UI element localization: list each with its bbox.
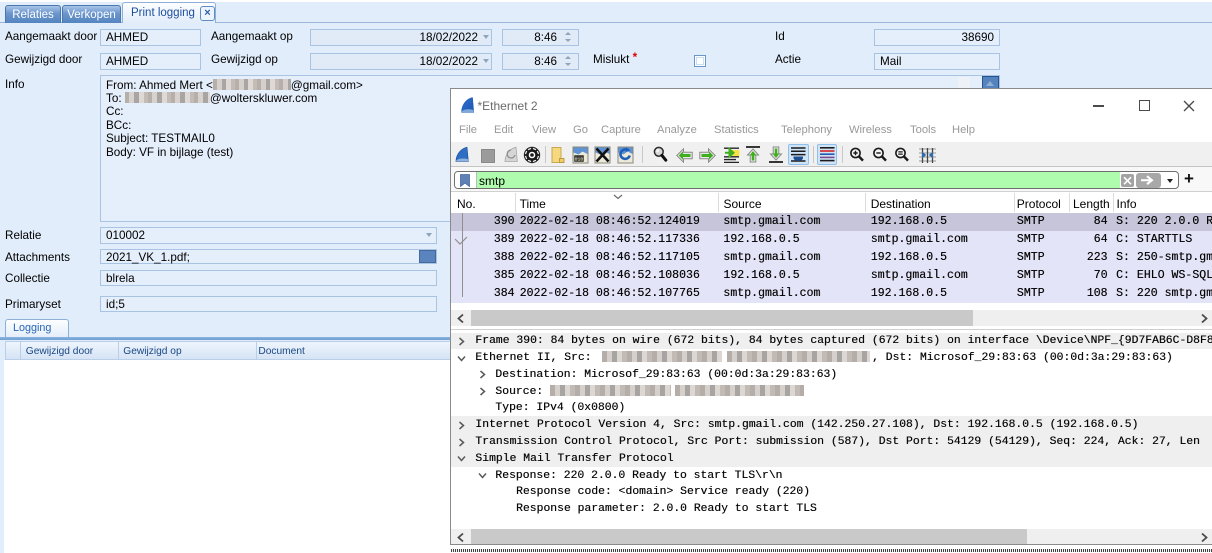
svg-text:010: 010 [575,156,584,162]
